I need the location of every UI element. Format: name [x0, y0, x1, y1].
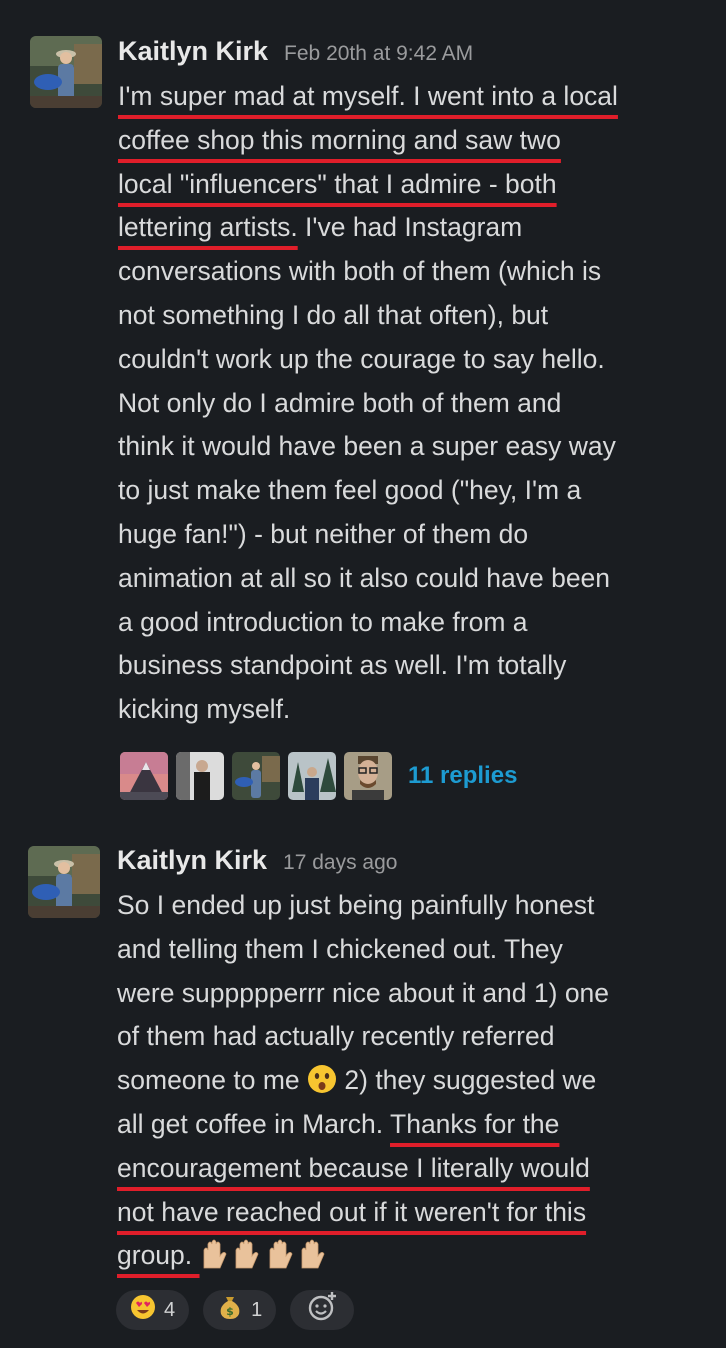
reaction-heart-eyes[interactable]: 4: [116, 1290, 190, 1330]
mountain-avatar: [120, 752, 168, 800]
kaitlyn-avatar[interactable]: [30, 36, 102, 108]
money-bag-icon: $: [217, 1294, 243, 1326]
replies-link[interactable]: 11 replies: [408, 762, 517, 790]
reactions-bar: 4 $ 1: [116, 1290, 368, 1330]
message-header: Kaitlyn Kirk Feb 20th at 9:42 AM: [118, 36, 473, 67]
thread-summary[interactable]: 11 replies: [120, 752, 517, 800]
author-name[interactable]: Kaitlyn Kirk: [117, 845, 267, 876]
reaction-count: 1: [251, 1298, 263, 1321]
reaction-count: 4: [164, 1298, 176, 1321]
timestamp[interactable]: Feb 20th at 9:42 AM: [284, 42, 473, 66]
message-header: Kaitlyn Kirk 17 days ago: [117, 845, 397, 876]
author-name[interactable]: Kaitlyn Kirk: [118, 36, 268, 67]
person-dark-avatar: [176, 752, 224, 800]
message-text: I've had Instagram conversations with bo…: [118, 212, 616, 725]
glasses-man-avatar: [344, 752, 392, 800]
svg-text:$: $: [226, 1305, 234, 1318]
raised-hands-icon: [200, 1236, 334, 1284]
heart-eyes-icon: [130, 1294, 156, 1326]
timestamp[interactable]: 17 days ago: [283, 851, 397, 875]
message-body: So I ended up just being painfully hones…: [117, 884, 682, 1284]
message-body: I'm super mad at myself. I went into a l…: [118, 75, 683, 732]
add-reaction-button[interactable]: [290, 1290, 355, 1330]
astonished-face-icon: [307, 1064, 337, 1094]
kaitlyn-avatar[interactable]: [28, 846, 100, 918]
forest-avatar: [288, 752, 336, 800]
reaction-money-bag[interactable]: $ 1: [203, 1290, 277, 1330]
kaitlyn-mini-avatar: [232, 752, 280, 800]
add-reaction-icon: [306, 1291, 338, 1329]
